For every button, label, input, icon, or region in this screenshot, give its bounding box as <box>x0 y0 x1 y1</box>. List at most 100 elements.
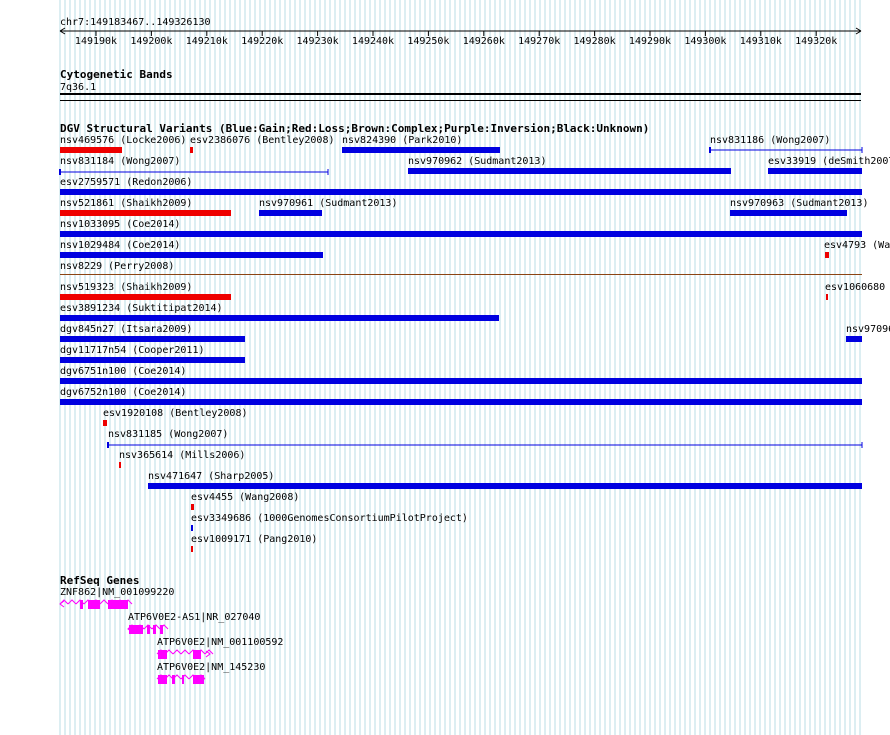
refseq-exon <box>160 625 163 634</box>
dgv-feature-bar <box>103 420 107 426</box>
refseq-gene[interactable]: ATP6V0E2|NM_145230 <box>156 662 265 684</box>
dgv-feature-label: esv3349686 (1000GenomesConsortiumPilotPr… <box>191 513 468 524</box>
dgv-feature-bar <box>259 210 322 216</box>
dgv-feature-label: nsv831184 (Wong2007) <box>60 156 180 167</box>
dgv-feature[interactable]: nsv1033095 (Coe2014) <box>60 219 862 237</box>
dgv-feature-label: esv1920108 (Bentley2008) <box>103 408 248 419</box>
ruler-range-label: chr7:149183467..149326130 <box>60 17 211 28</box>
dgv-feature-label: nsv521861 (Shaikh2009) <box>60 198 192 209</box>
dgv-track-title: DGV Structural Variants (Blue:Gain;Red:L… <box>60 122 649 135</box>
dgv-feature[interactable]: nsv970964 (Sudmant2013) <box>846 324 890 342</box>
refseq-exon <box>147 625 150 634</box>
refseq-strand-arrow-icon <box>59 600 65 608</box>
cytoband-track-title: Cytogenetic Bands <box>60 68 173 81</box>
ruler-tick-label: 149220k <box>241 36 283 47</box>
dgv-feature[interactable]: nsv365614 (Mills2006) <box>119 450 245 468</box>
refseq-exon <box>88 600 100 609</box>
dgv-feature-bar <box>768 168 862 174</box>
ruler-tick-label: 149230k <box>297 36 339 47</box>
dgv-feature-label: nsv1029484 (Coe2014) <box>60 240 180 251</box>
dgv-feature[interactable]: dgv6751n100 (Coe2014) <box>60 366 862 384</box>
dgv-feature-label: nsv469576 (Locke2006) <box>60 135 186 146</box>
dgv-feature-label: nsv970961 (Sudmant2013) <box>259 198 397 209</box>
dgv-feature[interactable]: nsv1029484 (Coe2014) <box>60 240 323 258</box>
dgv-feature[interactable]: esv2759571 (Redon2006) <box>60 177 862 195</box>
refseq-gene-label: ATP6V0E2-AS1|NR_027040 <box>128 612 260 623</box>
dgv-feature-bar <box>825 252 829 258</box>
refseq-exon <box>172 675 175 684</box>
dgv-feature-bar <box>60 336 245 342</box>
refseq-gene-label: ZNF862|NM_001099220 <box>60 587 174 598</box>
dgv-feature-label: esv2759571 (Redon2006) <box>60 177 192 188</box>
dgv-feature-bar <box>191 525 193 531</box>
dgv-feature[interactable]: esv3349686 (1000GenomesConsortiumPilotPr… <box>191 513 468 531</box>
dgv-feature[interactable]: dgv6752n100 (Coe2014) <box>60 387 862 405</box>
refseq-exon <box>153 625 156 634</box>
dgv-feature-label: nsv365614 (Mills2006) <box>119 450 245 461</box>
dgv-feature-bar <box>191 546 193 552</box>
dgv-feature-bar <box>60 274 862 275</box>
refseq-exon <box>158 675 167 684</box>
dgv-feature-label: esv4455 (Wang2008) <box>191 492 299 503</box>
ruler-tick-label: 149250k <box>407 36 449 47</box>
dgv-feature-bar <box>60 210 231 216</box>
dgv-feature[interactable]: nsv970963 (Sudmant2013) <box>730 198 868 216</box>
refseq-exon <box>193 650 201 659</box>
dgv-feature-bar <box>60 315 499 321</box>
refseq-track-title: RefSeq Genes <box>60 574 139 587</box>
dgv-feature[interactable]: esv4793 (Wang2008) <box>824 240 890 258</box>
dgv-feature-label: nsv831186 (Wong2007) <box>710 135 830 146</box>
dgv-feature-bar <box>60 147 122 153</box>
dgv-feature-bar <box>408 168 731 174</box>
refseq-exon <box>108 600 128 609</box>
ruler-tick-label: 149210k <box>186 36 228 47</box>
dgv-feature[interactable]: nsv824390 (Park2010) <box>342 135 500 153</box>
refseq-gene[interactable]: ATP6V0E2-AS1|NR_027040 <box>127 612 260 634</box>
ruler-tick-label: 149240k <box>352 36 394 47</box>
genome-browser-view: chr7:149183467..149326130 149190k 149200k… <box>59 0 890 735</box>
refseq-gene[interactable]: ZNF862|NM_001099220 <box>59 587 174 609</box>
dgv-feature-label: nsv519323 (Shaikh2009) <box>60 282 192 293</box>
dgv-feature-bar <box>60 231 862 237</box>
dgv-feature-bar <box>148 483 862 489</box>
dgv-feature-label: nsv970962 (Sudmant2013) <box>408 156 546 167</box>
refseq-exon <box>158 650 167 659</box>
dgv-feature-label: dgv6751n100 (Coe2014) <box>60 366 186 377</box>
ruler-tick-label: 149320k <box>795 36 837 47</box>
refseq-gene-label: ATP6V0E2|NM_001100592 <box>157 637 283 648</box>
dgv-feature-label: esv2386076 (Bentley2008) <box>190 135 335 146</box>
dgv-feature[interactable]: nsv469576 (Locke2006) <box>60 135 186 153</box>
dgv-feature-label: nsv970963 (Sudmant2013) <box>730 198 868 209</box>
refseq-gene-label: ATP6V0E2|NM_145230 <box>157 662 265 673</box>
dgv-feature[interactable]: nsv970961 (Sudmant2013) <box>259 198 397 216</box>
dgv-feature-label: dgv11717n54 (Cooper2011) <box>60 345 205 356</box>
dgv-feature-label: nsv831185 (Wong2007) <box>108 429 228 440</box>
ruler-tick-label: 149300k <box>684 36 726 47</box>
dgv-feature[interactable]: dgv11717n54 (Cooper2011) <box>60 345 245 363</box>
dgv-feature-label: dgv845n27 (Itsara2009) <box>60 324 192 335</box>
dgv-feature-bar <box>846 336 862 342</box>
ruler-ticks: 149190k 149200k 149210k 149220k 149230k 14924… <box>75 31 837 47</box>
dgv-feature[interactable]: nsv831186 (Wong2007) <box>709 135 863 153</box>
dgv-feature-bar <box>60 357 245 363</box>
ruler-tick-label: 149290k <box>629 36 671 47</box>
dgv-feature-bar <box>60 399 862 405</box>
dgv-feature[interactable]: nsv831184 (Wong2007) <box>59 156 329 175</box>
dgv-feature-bar <box>60 189 862 195</box>
dgv-feature[interactable]: esv2386076 (Bentley2008) <box>190 135 335 153</box>
refseq-exon <box>182 675 184 684</box>
ruler-tick-label: 149270k <box>518 36 560 47</box>
ruler-tick-label: 149200k <box>130 36 172 47</box>
dgv-feature-label: esv4793 (Wang2008) <box>824 240 890 251</box>
dgv-feature[interactable]: esv33919 (deSmith2007) <box>768 156 890 174</box>
dgv-feature[interactable]: dgv845n27 (Itsara2009) <box>60 324 245 342</box>
dgv-feature-label: esv33919 (deSmith2007) <box>768 156 890 167</box>
dgv-feature-bar <box>342 147 500 153</box>
ruler-tick-label: 149190k <box>75 36 117 47</box>
dgv-feature-bar <box>119 462 121 468</box>
refseq-exon <box>80 600 83 609</box>
dgv-feature-label: nsv8229 (Perry2008) <box>60 261 174 272</box>
dgv-feature-label: esv1009171 (Pang2010) <box>191 534 317 545</box>
dgv-feature-label: nsv1033095 (Coe2014) <box>60 219 180 230</box>
ruler-tick-label: 149260k <box>463 36 505 47</box>
